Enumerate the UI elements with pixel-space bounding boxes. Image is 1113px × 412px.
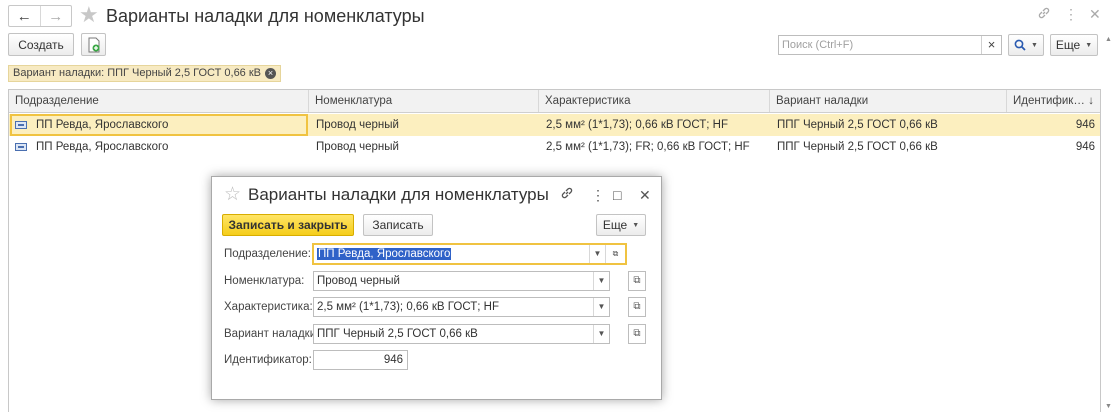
sort-down-icon: ↓ bbox=[1088, 95, 1094, 107]
search-input[interactable]: Поиск (Ctrl+F) × bbox=[778, 35, 1002, 55]
characteristic-label: Характеристика: bbox=[224, 301, 313, 313]
nomenclature-value: Провод черный bbox=[317, 275, 400, 287]
dropdown-arrow-icon[interactable]: ▼ bbox=[589, 245, 605, 263]
scroll-down-icon[interactable]: ▼ bbox=[1104, 403, 1113, 410]
cell-characteristic: 2,5 мм² (1*1,73); 0,66 кВ ГОСТ; HF bbox=[546, 119, 728, 131]
save-and-close-button[interactable]: Записать и закрыть bbox=[222, 214, 354, 236]
link-icon[interactable] bbox=[560, 186, 574, 204]
cell-nomenclature: Провод черный bbox=[316, 141, 399, 153]
characteristic-field[interactable]: 2,5 мм² (1*1,73); 0,66 кВ ГОСТ; HF ▼ bbox=[313, 297, 610, 317]
cell-characteristic: 2,5 мм² (1*1,73); FR; 0,66 кВ ГОСТ; HF bbox=[546, 141, 750, 153]
save-button[interactable]: Записать bbox=[363, 214, 433, 236]
column-header-nomenclature[interactable]: Номенклатура bbox=[309, 90, 539, 112]
nomenclature-field[interactable]: Провод черный ▼ bbox=[313, 271, 610, 291]
department-field[interactable]: ПП Ревда, Ярославского ▼ ⧉ bbox=[313, 244, 626, 264]
navigation-group: ← → bbox=[8, 5, 72, 27]
favorite-star-icon[interactable]: ☆ bbox=[224, 184, 241, 206]
dropdown-arrow-icon[interactable]: ▼ bbox=[593, 298, 609, 316]
column-header-variant[interactable]: Вариант наладки bbox=[770, 90, 1007, 112]
maximize-icon[interactable]: □ bbox=[613, 186, 621, 204]
open-item-icon[interactable]: ⧉ bbox=[628, 324, 646, 344]
create-copy-button[interactable] bbox=[81, 33, 106, 56]
edit-dialog: ☆ Варианты наладки для номенклатуры ⋮ □ … bbox=[211, 176, 662, 400]
cell-id: 946 bbox=[1075, 119, 1095, 131]
column-header-department[interactable]: Подразделение bbox=[9, 90, 309, 112]
dialog-title: Варианты наладки для номенклатуры bbox=[248, 185, 549, 204]
dropdown-arrow-icon[interactable]: ▼ bbox=[593, 325, 609, 343]
cell-nomenclature: Провод черный bbox=[316, 119, 399, 131]
more-button[interactable]: Еще ▼ bbox=[1050, 34, 1098, 56]
remove-filter-icon[interactable]: × bbox=[265, 68, 277, 79]
page-title: Варианты наладки для номенклатуры bbox=[106, 6, 425, 26]
table-header: Подразделение Номенклатура Характеристик… bbox=[9, 90, 1100, 113]
search-icon bbox=[1014, 39, 1026, 51]
filter-chip[interactable]: Вариант наладки: ППГ Черный 2,5 ГОСТ 0,6… bbox=[8, 65, 282, 82]
identifier-field[interactable]: 946 bbox=[313, 350, 408, 370]
catalog-item-icon bbox=[15, 121, 27, 129]
search-button[interactable]: ▼ bbox=[1008, 34, 1044, 56]
scroll-up-icon[interactable]: ▲ bbox=[1104, 36, 1113, 43]
close-icon[interactable]: ✕ bbox=[639, 186, 651, 204]
document-add-icon bbox=[88, 37, 99, 52]
catalog-item-icon bbox=[15, 143, 27, 151]
dropdown-arrow-icon[interactable]: ▼ bbox=[593, 272, 609, 290]
chevron-down-icon: ▼ bbox=[632, 221, 640, 229]
cell-variant: ППГ Черный 2,5 ГОСТ 0,66 кВ bbox=[777, 141, 938, 153]
column-header-id-label: Идентифик… bbox=[1013, 95, 1085, 107]
dialog-more-button[interactable]: Еще ▼ bbox=[596, 214, 646, 236]
chevron-down-icon: ▼ bbox=[1031, 41, 1038, 49]
chevron-down-icon: ▼ bbox=[1085, 41, 1093, 49]
forward-button[interactable]: → bbox=[39, 6, 72, 26]
create-button[interactable]: Создать bbox=[8, 33, 74, 56]
open-item-icon[interactable]: ⧉ bbox=[628, 271, 646, 291]
link-icon[interactable] bbox=[1037, 6, 1051, 23]
filter-chip-text: Вариант наладки: ППГ Черный 2,5 ГОСТ 0,6… bbox=[13, 67, 262, 79]
nomenclature-label: Номенклатура: bbox=[224, 275, 305, 287]
identifier-label: Идентификатор: bbox=[224, 354, 312, 366]
open-item-icon[interactable]: ⧉ bbox=[628, 297, 646, 317]
search-placeholder: Поиск (Ctrl+F) bbox=[782, 39, 854, 51]
department-value: ПП Ревда, Ярославского bbox=[317, 248, 452, 260]
more-label: Еще bbox=[1055, 38, 1081, 52]
open-item-icon[interactable]: ⧉ bbox=[605, 245, 625, 263]
more-label: Еще bbox=[602, 218, 628, 232]
department-label: Подразделение: bbox=[224, 248, 311, 260]
cell-department: ПП Ревда, Ярославского bbox=[36, 119, 169, 131]
favorite-star-icon[interactable]: ★ bbox=[79, 3, 99, 27]
table-row[interactable]: ПП Ревда, Ярославского Провод черный 2,5… bbox=[9, 114, 1100, 136]
column-header-characteristic[interactable]: Характеристика bbox=[539, 90, 770, 112]
variant-field[interactable]: ППГ Черный 2,5 ГОСТ 0,66 кВ ▼ bbox=[313, 324, 610, 344]
variant-label: Вариант наладки: bbox=[224, 328, 320, 340]
more-vertical-icon[interactable]: ⋮ bbox=[1064, 6, 1078, 23]
more-vertical-icon[interactable]: ⋮ bbox=[591, 186, 605, 204]
vertical-scrollbar[interactable]: ▲ ▼ bbox=[1103, 36, 1113, 412]
back-button[interactable]: ← bbox=[9, 6, 40, 26]
variant-value: ППГ Черный 2,5 ГОСТ 0,66 кВ bbox=[317, 328, 478, 340]
clear-search-button[interactable]: × bbox=[981, 36, 1001, 54]
characteristic-value: 2,5 мм² (1*1,73); 0,66 кВ ГОСТ; HF bbox=[317, 301, 499, 313]
table-row[interactable]: ПП Ревда, Ярославского Провод черный 2,5… bbox=[9, 136, 1100, 158]
cell-variant: ППГ Черный 2,5 ГОСТ 0,66 кВ bbox=[777, 119, 938, 131]
column-header-id[interactable]: Идентифик… ↓ bbox=[1007, 90, 1102, 112]
cell-id: 946 bbox=[1075, 141, 1095, 153]
cell-department: ПП Ревда, Ярославского bbox=[36, 141, 169, 153]
close-icon[interactable]: ✕ bbox=[1089, 6, 1101, 23]
window-header: ← → ★ Варианты наладки для номенклатуры … bbox=[0, 0, 1113, 32]
